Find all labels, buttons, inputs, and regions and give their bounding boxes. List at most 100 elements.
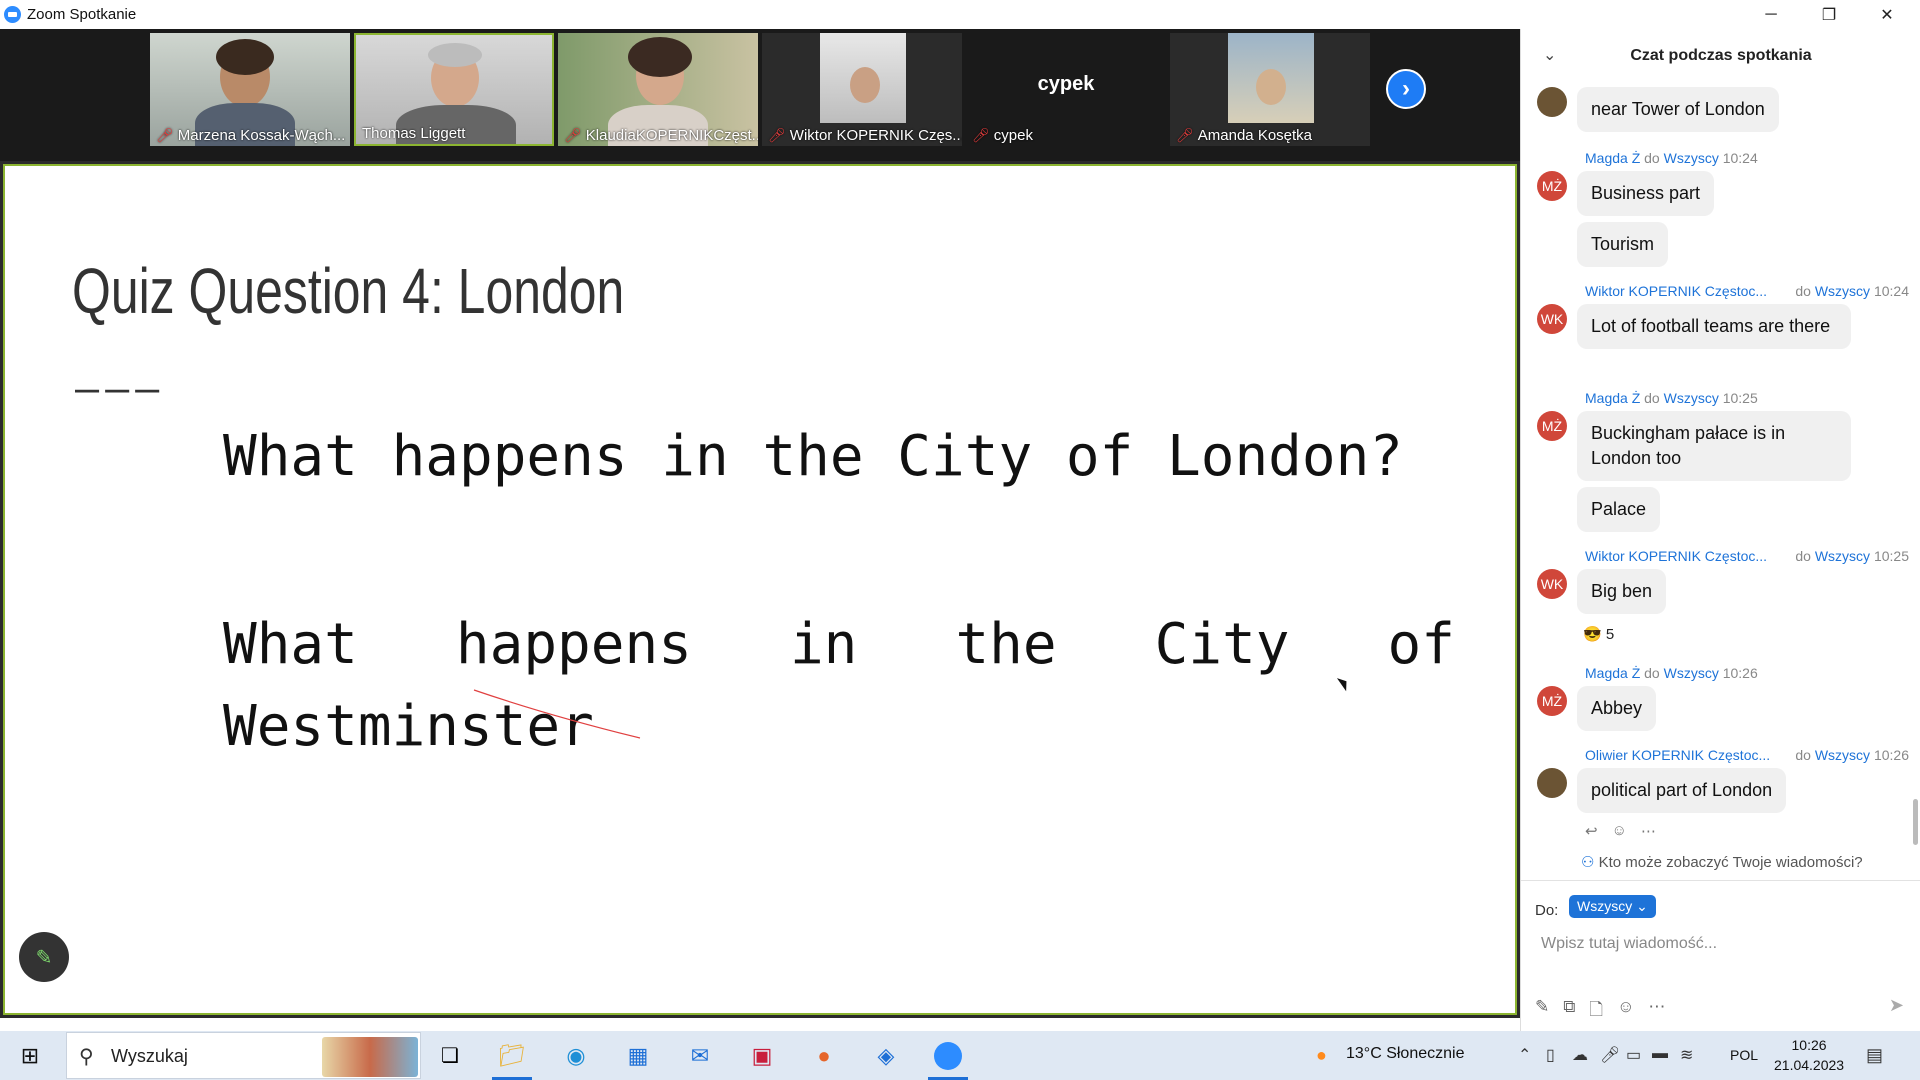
zoom-app-icon[interactable] — [926, 1031, 970, 1080]
search-highlight-image — [322, 1037, 418, 1077]
muted-mic-icon: 🎤︎ — [972, 127, 990, 143]
avatar — [1537, 87, 1567, 117]
cloud-icon[interactable]: ☁︎ — [1572, 1045, 1588, 1065]
people-icon: ⚇ — [1581, 854, 1599, 871]
emoji-icon[interactable]: ☺︎ — [1617, 997, 1634, 1026]
clock-date: 21.04.2023 — [1774, 1057, 1845, 1073]
search-icon: ⚲ — [79, 1046, 94, 1068]
participant-tile-active-speaker[interactable]: Thomas Liggett — [354, 33, 554, 146]
taskbar: ⊞ ⚲ Wyszukaj ❏ 📁︎ ◉ ▦ ✉︎ ▣ ● ◈ ● 13°C Sł… — [0, 1031, 1920, 1080]
participant-tile[interactable]: cypek 🎤︎ cypek — [966, 33, 1166, 146]
chat-message: near Tower of London — [1577, 87, 1779, 132]
muted-mic-icon: 🎤︎ — [564, 127, 582, 143]
notification-icon[interactable]: ▤ — [1866, 1045, 1883, 1066]
video-strip: 🎤︎ Marzena Kossak-Wąch... Thomas Liggett … — [0, 29, 1520, 161]
chat-message: Business part — [1577, 171, 1715, 216]
screenshot-icon[interactable]: ⧉ — [1563, 997, 1575, 1026]
chat-meta: Magda Ż do Wszyscy 10:25 — [1585, 390, 1758, 406]
avatar — [1537, 768, 1567, 798]
annotation-stroke — [473, 689, 641, 739]
close-button[interactable]: ✕ — [1858, 0, 1916, 29]
reaction-badge[interactable]: 😎 5 — [1583, 625, 1614, 643]
chat-panel: ⌄ Czat podczas spotkania near Tower of L… — [1520, 29, 1920, 1031]
chat-message: Abbey — [1577, 686, 1657, 731]
avatar: WK — [1537, 304, 1567, 334]
avatar: MŻ — [1537, 686, 1567, 716]
participant-tile[interactable]: 🎤︎ KlaudiaKOPERNIKCzęst... — [558, 33, 758, 146]
chat-message: Buckingham pałace is in London too — [1577, 411, 1851, 481]
edge-icon[interactable]: ◉ — [554, 1031, 598, 1080]
mail-icon[interactable]: ✉︎ — [678, 1031, 722, 1080]
chat-meta: Oliwier KOPERNIK Częstoc... do Wszyscy 10… — [1585, 747, 1909, 763]
avatar: MŻ — [1537, 411, 1567, 441]
chat-meta: Wiktor KOPERNIK Częstoc... do Wszyscy 10:… — [1585, 548, 1909, 564]
chevron-down-icon: ⌄ — [1636, 898, 1648, 914]
chat-message: Lot of football teams are there — [1577, 304, 1851, 349]
avatar: MŻ — [1537, 171, 1567, 201]
chat-title: Czat podczas spotkania — [1630, 47, 1812, 64]
chat-meta: Wiktor KOPERNIK Częstoc... do Wszyscy 10:… — [1585, 283, 1909, 299]
format-icon[interactable]: ✎ — [1535, 997, 1549, 1026]
more-icon[interactable]: ⋯ — [1641, 822, 1656, 840]
participant-name: 🎤︎ Amanda Kosętka — [1176, 127, 1313, 144]
visibility-notice[interactable]: ⚇ Kto może zobaczyć Twoje wiadomości? — [1581, 853, 1863, 871]
participant-tile[interactable]: 🎤︎ Marzena Kossak-Wąch... — [150, 33, 350, 146]
microphone-icon[interactable]: 🎤︎ — [1600, 1045, 1620, 1065]
slide-divider: ——— — [75, 366, 166, 412]
recipient-dropdown[interactable]: Wszyscy ⌄ — [1569, 895, 1656, 918]
chat-scrollbar[interactable] — [1913, 799, 1918, 845]
app-icon[interactable]: ◈ — [864, 1031, 908, 1080]
message-actions: ↩︎ ☺︎ ⋯ — [1585, 822, 1656, 840]
more-icon[interactable]: ⋯ — [1648, 997, 1665, 1026]
reply-icon[interactable]: ↩︎ — [1585, 822, 1598, 840]
slide-title: Quiz Question 4: London — [72, 255, 625, 327]
chat-header: ⌄ Czat podczas spotkania — [1521, 29, 1920, 85]
slide-canvas: Quiz Question 4: London ——— What happens… — [3, 164, 1517, 1015]
next-page-chevron-icon[interactable]: › — [1386, 69, 1426, 109]
file-icon[interactable]: 🗋︎ — [1589, 997, 1603, 1026]
slide-question-1: What happens in the City of London? — [223, 424, 1404, 489]
participant-name: Thomas Liggett — [362, 125, 466, 142]
weather-icon: ● — [1316, 1045, 1327, 1065]
muted-mic-icon: 🎤︎ — [768, 127, 786, 143]
composer-toolbar: ✎ ⧉ 🗋︎ ☺︎ ⋯ — [1535, 997, 1665, 1026]
participant-name: 🎤︎ Marzena Kossak-Wąch... — [156, 127, 346, 144]
chevron-up-icon[interactable]: ⌃ — [1518, 1045, 1531, 1065]
clock-time: 10:26 — [1791, 1037, 1827, 1053]
send-icon[interactable]: ➤ — [1889, 995, 1904, 1016]
message-input[interactable]: Wpisz tutaj wiadomość... — [1541, 935, 1717, 953]
participant-tile[interactable]: 🎤︎ Amanda Kosętka — [1170, 33, 1370, 146]
battery-icon[interactable]: ▬ — [1652, 1045, 1668, 1063]
wifi-icon[interactable]: ≋ — [1680, 1045, 1693, 1065]
participant-name: 🎤︎ Wiktor KOPERNIK Częs... — [768, 127, 962, 144]
gift-icon[interactable]: ▣ — [740, 1031, 784, 1080]
maximize-button[interactable]: ❐ — [1800, 0, 1858, 29]
clock[interactable]: 10:26 21.04.2023 — [1774, 1035, 1844, 1075]
task-view-icon[interactable]: ❏ — [430, 1031, 470, 1080]
participant-name: 🎤︎ cypek — [972, 127, 1033, 144]
participant-tile[interactable]: 🎤︎ Wiktor KOPERNIK Częs... — [762, 33, 962, 146]
shared-screen: Quiz Question 4: London ——— What happens… — [0, 161, 1520, 1018]
emoji-reaction-icon[interactable]: ☺︎ — [1612, 822, 1627, 840]
minimize-button[interactable]: ─ — [1742, 0, 1800, 29]
chat-message: Big ben — [1577, 569, 1667, 614]
participant-video-label: cypek — [1037, 73, 1095, 95]
chat-message: Tourism — [1577, 222, 1669, 267]
firefox-icon[interactable]: ● — [802, 1031, 846, 1080]
annotate-pen-icon[interactable]: ✎ — [19, 932, 69, 982]
start-windows-icon[interactable]: ⊞ — [0, 1031, 60, 1080]
window-title: Zoom Spotkanie — [27, 6, 137, 23]
muted-mic-icon: 🎤︎ — [1176, 127, 1194, 143]
display-icon[interactable]: ▭ — [1626, 1045, 1641, 1065]
zoom-logo-icon — [4, 6, 21, 23]
divider — [1521, 880, 1920, 881]
device-icon[interactable]: ▯ — [1546, 1045, 1555, 1065]
search-box[interactable]: ⚲ Wyszukaj — [66, 1032, 421, 1079]
participant-name: 🎤︎ KlaudiaKOPERNIKCzęst... — [564, 127, 758, 144]
weather-text[interactable]: 13°C Słonecznie — [1346, 1045, 1464, 1063]
language-indicator[interactable]: POL — [1730, 1047, 1758, 1063]
file-explorer-icon[interactable]: 📁︎ — [490, 1031, 534, 1080]
store-icon[interactable]: ▦ — [616, 1031, 660, 1080]
chat-message: political part of London — [1577, 768, 1787, 813]
chat-meta: Magda Ż do Wszyscy 10:26 — [1585, 665, 1758, 681]
